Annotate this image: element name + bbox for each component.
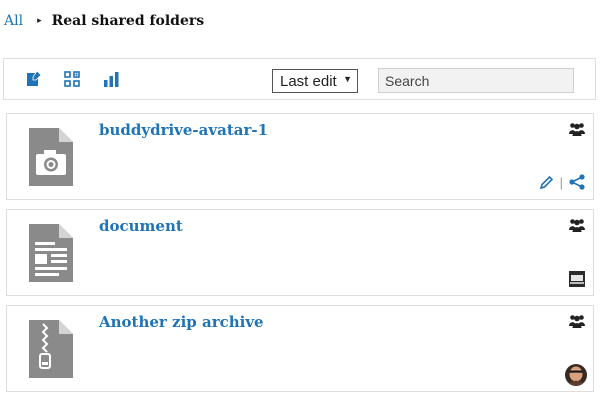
item-title-link[interactable]: document	[99, 217, 183, 235]
new-item-icon[interactable]	[24, 70, 42, 88]
list-item: Another zip archive	[6, 305, 594, 392]
group-icon	[569, 313, 585, 328]
toolbar: Last edit ▼	[3, 58, 596, 100]
divider: |	[559, 174, 563, 190]
document-file-icon[interactable]	[29, 224, 73, 282]
group-icon	[569, 217, 585, 232]
sort-select-value: Last edit	[280, 72, 337, 90]
bulk-select-icon[interactable]	[63, 70, 81, 88]
item-actions: |	[539, 174, 585, 190]
breadcrumb-current: Real shared folders	[51, 13, 205, 29]
edit-icon[interactable]	[539, 175, 554, 190]
share-icon[interactable]	[569, 174, 585, 190]
user-avatar-icon[interactable]	[565, 364, 587, 386]
item-title-link[interactable]: buddydrive-avatar-1	[99, 121, 268, 139]
zip-file-icon[interactable]	[29, 320, 73, 378]
image-file-icon[interactable]	[29, 128, 73, 186]
sort-select[interactable]: Last edit ▼	[272, 69, 358, 93]
stats-icon[interactable]	[102, 70, 120, 88]
list-item: buddydrive-avatar-1 |	[6, 113, 594, 200]
search-input[interactable]	[378, 68, 574, 93]
laptop-avatar-icon[interactable]	[569, 271, 585, 287]
list-item: document	[6, 209, 594, 296]
breadcrumb-separator-icon: ▸	[37, 16, 42, 26]
item-title-link[interactable]: Another zip archive	[99, 313, 264, 331]
breadcrumb-all-link[interactable]: All	[4, 13, 23, 29]
group-icon	[569, 121, 585, 136]
chevron-down-icon: ▼	[343, 74, 352, 84]
breadcrumb: All ▸ Real shared folders	[4, 11, 204, 31]
